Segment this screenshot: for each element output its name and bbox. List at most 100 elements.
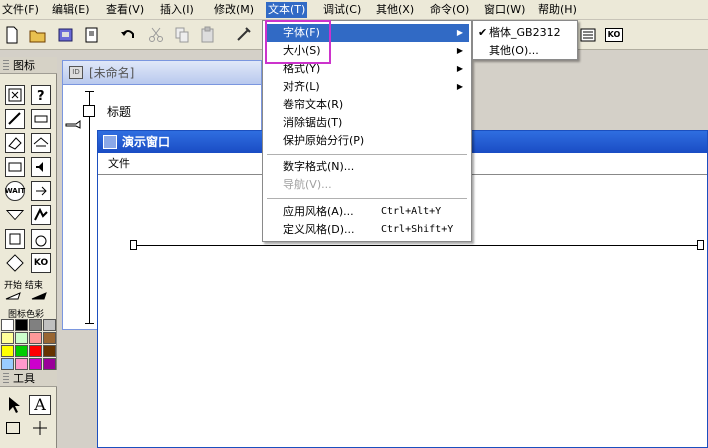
left-margin-handle[interactable] xyxy=(130,240,137,250)
menu-help[interactable]: 帮助(H) xyxy=(536,2,579,18)
grip-icon[interactable] xyxy=(3,60,9,71)
menu-command[interactable]: 命令(O) xyxy=(428,2,471,18)
color-swatch[interactable] xyxy=(1,358,14,370)
functions-button[interactable] xyxy=(578,25,598,45)
undo-icon xyxy=(121,30,134,38)
font-submenu: ✔ 楷体_GB2312 其他(O)... xyxy=(472,20,578,60)
menu-item-font[interactable]: 字体(F) ▶ xyxy=(265,24,469,42)
menu-separator xyxy=(267,154,467,155)
save-icon xyxy=(85,27,98,43)
find-button[interactable] xyxy=(234,25,254,45)
folder-icon xyxy=(29,30,46,43)
submenu-item-other-font[interactable]: 其他(O)... xyxy=(475,42,575,60)
color-swatch[interactable] xyxy=(43,358,56,370)
interaction-icon-tile[interactable]: ? xyxy=(31,85,51,105)
menu-item-define-style[interactable]: 定义风格(D)... Ctrl+Shift+Y xyxy=(265,221,469,239)
color-swatch[interactable] xyxy=(29,332,42,344)
color-swatch[interactable] xyxy=(15,319,28,331)
flowline-window-title[interactable]: ID [未命名] xyxy=(63,61,261,85)
right-margin-handle[interactable] xyxy=(697,240,704,250)
menu-file[interactable]: 文件(F) xyxy=(0,2,41,18)
menu-item-scrolling[interactable]: 卷帘文本(R) xyxy=(265,96,469,114)
menu-other[interactable]: 其他(X) xyxy=(374,2,416,18)
framework-icon-tile[interactable] xyxy=(31,205,51,225)
svg-text:?: ? xyxy=(37,89,45,104)
color-swatch[interactable] xyxy=(43,345,56,357)
undo-button[interactable] xyxy=(118,25,138,45)
erase-icon-tile[interactable] xyxy=(5,133,25,153)
new-file-button[interactable] xyxy=(2,25,22,45)
copy-button[interactable] xyxy=(172,25,192,45)
menu-modify[interactable]: 修改(M) xyxy=(212,2,256,18)
movie-icon xyxy=(8,162,22,172)
group-icon-tile[interactable] xyxy=(5,229,25,249)
wait-icon-tile[interactable]: WAIT xyxy=(5,181,25,201)
digital-movie-tile[interactable] xyxy=(5,157,25,177)
text-tool-icon[interactable]: A xyxy=(29,395,51,415)
menu-insert[interactable]: 插入(I) xyxy=(158,2,196,18)
display-icon[interactable] xyxy=(83,105,95,117)
end-flag-icon[interactable] xyxy=(30,289,50,303)
ko-icon: KO xyxy=(605,28,623,42)
calc-diamond-tile[interactable] xyxy=(5,253,25,273)
sound-icon-tile[interactable] xyxy=(31,157,51,177)
hand-pointer-icon xyxy=(65,120,81,129)
menu-debug[interactable]: 调试(C) xyxy=(321,2,363,18)
menu-text[interactable]: 文本(T) xyxy=(266,2,308,18)
color-swatch[interactable] xyxy=(15,358,28,370)
motion-icon xyxy=(8,112,21,125)
decision-icon-tile[interactable] xyxy=(5,205,25,225)
color-swatch[interactable] xyxy=(1,345,14,357)
copy-icon xyxy=(175,27,189,43)
menu-item-number-format[interactable]: 数字格式(N)... xyxy=(265,158,469,176)
menu-window[interactable]: 窗口(W) xyxy=(482,2,527,18)
menu-item-style[interactable]: 格式(Y) ▶ xyxy=(265,60,469,78)
color-swatch[interactable] xyxy=(1,332,14,344)
rectangle-tool-icon[interactable] xyxy=(6,422,20,434)
menu-item-protect-linebreaks[interactable]: 保护原始分行(P) xyxy=(265,132,469,150)
color-swatch[interactable] xyxy=(29,358,42,370)
window-app-icon xyxy=(103,135,117,149)
grip-icon[interactable] xyxy=(3,373,9,384)
color-swatch[interactable] xyxy=(43,332,56,344)
map-icon-tile[interactable] xyxy=(31,133,51,153)
color-swatch[interactable] xyxy=(29,345,42,357)
presentation-menu-file[interactable]: 文件 xyxy=(108,157,130,170)
navigate-icon-tile[interactable] xyxy=(31,181,51,201)
paste-button[interactable] xyxy=(198,25,218,45)
flowline-top-cap xyxy=(85,91,94,92)
color-swatch[interactable] xyxy=(43,319,56,331)
dvd-icon-tile[interactable] xyxy=(31,229,51,249)
navigate-icon xyxy=(36,186,47,196)
import-button[interactable] xyxy=(56,25,76,45)
menu-edit[interactable]: 编辑(E) xyxy=(50,2,92,18)
start-flag-icon[interactable] xyxy=(4,289,24,303)
color-swatch[interactable] xyxy=(1,319,14,331)
color-swatch[interactable] xyxy=(15,332,28,344)
pointer-tool-icon[interactable] xyxy=(6,396,22,414)
display-icon-tile[interactable] xyxy=(5,85,25,105)
submenu-arrow-icon: ▶ xyxy=(456,82,463,91)
tools-panel: 工具 A xyxy=(0,370,57,448)
menu-view[interactable]: 查看(V) xyxy=(104,2,146,18)
display-icon xyxy=(8,88,22,102)
color-swatch[interactable] xyxy=(29,319,42,331)
paste-icon xyxy=(201,26,214,43)
menu-item-align[interactable]: 对齐(L) ▶ xyxy=(265,78,469,96)
open-button[interactable] xyxy=(28,25,48,45)
submenu-item-kaiti[interactable]: ✔ 楷体_GB2312 xyxy=(475,24,575,42)
save-button[interactable] xyxy=(82,25,102,45)
menu-item-apply-style[interactable]: 应用风格(A)... Ctrl+Alt+Y xyxy=(265,203,469,221)
checkmark-icon: ✔ xyxy=(478,26,488,39)
menu-item-antialias[interactable]: 消除锯齿(T) xyxy=(265,114,469,132)
cut-button[interactable] xyxy=(146,25,166,45)
knowledge-objects-button[interactable]: KO xyxy=(604,25,624,45)
line-tool-icon[interactable] xyxy=(32,420,48,436)
color-swatch[interactable] xyxy=(15,345,28,357)
knowledge-object-tile[interactable]: KO xyxy=(31,253,51,273)
motion-icon-tile[interactable] xyxy=(5,109,25,129)
menu-item-size[interactable]: 大小(S) ▶ xyxy=(265,42,469,60)
text-object-line[interactable] xyxy=(136,245,704,246)
calculation-icon-tile[interactable] xyxy=(31,109,51,129)
icon-title-label[interactable]: 标题 xyxy=(107,103,131,120)
